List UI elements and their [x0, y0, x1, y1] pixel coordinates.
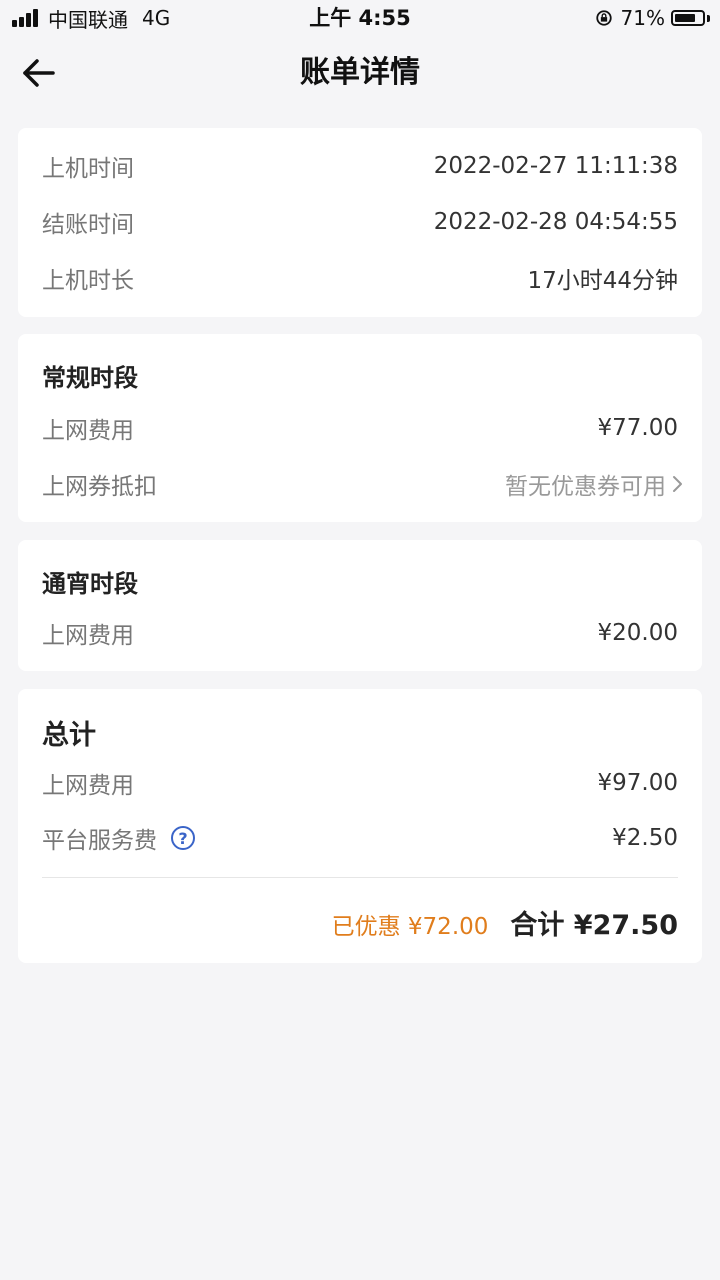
- regular-fee-row: 上网费用 ¥77.00: [42, 408, 678, 448]
- discount-text: 已优惠 ¥72.00: [331, 914, 489, 940]
- service-fee-label: 平台服务费: [42, 828, 157, 854]
- regular-fee-value: ¥77.00: [597, 415, 678, 441]
- coupon-row[interactable]: 上网券抵扣 暂无优惠券可用: [42, 464, 684, 504]
- nav-bar: 账单详情: [0, 36, 720, 110]
- help-question-icon[interactable]: ?: [171, 826, 195, 850]
- regular-fee-label: 上网费用: [42, 418, 134, 444]
- duration-value: 17小时44分钟: [527, 268, 678, 294]
- summary-fee-value: ¥97.00: [597, 770, 678, 796]
- overnight-fee-value: ¥20.00: [597, 620, 678, 646]
- battery-icon: [671, 10, 705, 26]
- rotation-lock-icon: [595, 10, 612, 26]
- overnight-fee-row: 上网费用 ¥20.00: [42, 613, 678, 653]
- battery-percent: 71%: [620, 6, 665, 30]
- regular-period-title: 常规时段: [42, 364, 138, 392]
- total-line: 已优惠 ¥72.00 合计 ¥27.50: [332, 903, 678, 942]
- status-right: 71%: [595, 0, 710, 36]
- coupon-label: 上网券抵扣: [42, 474, 157, 500]
- end-time-value: 2022-02-28 04:54:55: [433, 209, 678, 235]
- session-card: 上机时间 2022-02-27 11:11:38 结账时间 2022-02-28…: [18, 128, 702, 317]
- start-time-label: 上机时间: [42, 156, 134, 182]
- total-amount: 合计 ¥27.50: [510, 910, 678, 941]
- end-time-row: 结账时间 2022-02-28 04:54:55: [42, 202, 678, 242]
- start-time-row: 上机时间 2022-02-27 11:11:38: [42, 146, 678, 186]
- service-fee-label-wrap: 平台服务费 ?: [42, 821, 195, 855]
- regular-period-card: 常规时段 上网费用 ¥77.00 上网券抵扣 暂无优惠券可用: [18, 334, 702, 522]
- summary-title: 总计: [42, 720, 96, 751]
- duration-row: 上机时长 17小时44分钟: [42, 258, 678, 298]
- status-bar: 中国联通 4G 上午 4:55 71%: [0, 0, 720, 36]
- service-fee-row: 平台服务费 ? ¥2.50: [42, 818, 678, 858]
- coupon-value: 暂无优惠券可用: [505, 474, 666, 500]
- service-fee-value: ¥2.50: [612, 825, 678, 851]
- duration-label: 上机时长: [42, 268, 134, 294]
- summary-divider: [42, 877, 678, 878]
- summary-fee-row: 上网费用 ¥97.00: [42, 763, 678, 803]
- start-time-value: 2022-02-27 11:11:38: [433, 153, 678, 179]
- overnight-period-title: 通宵时段: [42, 570, 138, 598]
- overnight-period-card: 通宵时段 上网费用 ¥20.00: [18, 540, 702, 671]
- overnight-fee-label: 上网费用: [42, 623, 134, 649]
- chevron-right-icon: [673, 476, 682, 492]
- coupon-value-wrap[interactable]: 暂无优惠券可用: [505, 467, 684, 501]
- summary-card: 总计 上网费用 ¥97.00 平台服务费 ? ¥2.50 已优惠 ¥72.00 …: [18, 689, 702, 963]
- page-title: 账单详情: [300, 55, 420, 90]
- summary-fee-label: 上网费用: [42, 773, 134, 799]
- end-time-label: 结账时间: [42, 212, 134, 238]
